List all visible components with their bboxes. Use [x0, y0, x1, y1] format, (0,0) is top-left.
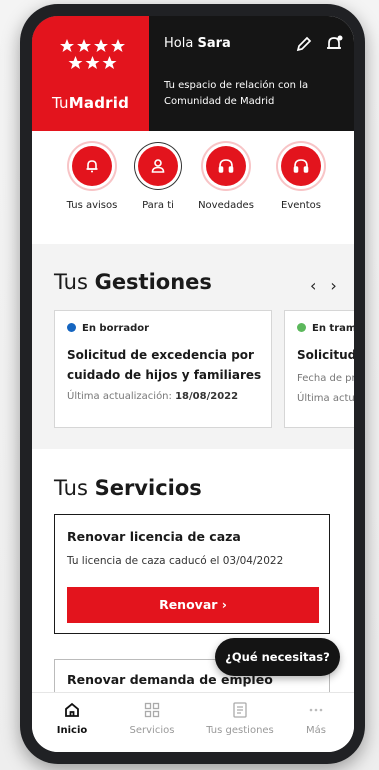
bottom-tab-bar: Inicio Servicios Tus gestiones Más — [32, 692, 354, 752]
status-dot-icon — [297, 323, 306, 332]
home-icon — [63, 701, 81, 719]
quick-action-novedades[interactable]: Novedades — [191, 146, 261, 211]
gestion-date: Fecha de pres — [297, 373, 354, 384]
app-screen: TuMadrid Hola Sara Tu espacio de relació… — [32, 16, 354, 752]
quick-actions: Tus avisos Para ti Novedades Eventos — [32, 146, 354, 226]
grid-icon — [143, 701, 161, 719]
quick-action-label: Para ti — [142, 200, 174, 211]
app-header: TuMadrid Hola Sara Tu espacio de relació… — [32, 16, 354, 131]
tab-label: Servicios — [129, 725, 175, 736]
user-name: Sara — [197, 36, 231, 51]
help-button[interactable]: ¿Qué necesitas? — [215, 638, 340, 676]
logo-text: TuMadrid — [51, 94, 130, 112]
gestion-title: Solicitud de — [297, 348, 354, 362]
status-dot-icon — [67, 323, 76, 332]
service-title: Renovar licencia de caza — [67, 529, 241, 544]
document-icon — [231, 701, 249, 719]
tab-label: Inicio — [56, 725, 88, 736]
quick-action-avisos[interactable]: Tus avisos — [57, 146, 127, 211]
quick-action-eventos[interactable]: Eventos — [266, 146, 336, 211]
service-subtitle: Tu licencia de caza caducó el 03/04/2022 — [67, 555, 284, 567]
gestiones-title: Tus Gestiones — [54, 270, 212, 294]
headphones-icon — [206, 146, 246, 186]
quick-action-para-ti[interactable]: Para ti — [123, 146, 193, 211]
more-icon — [307, 701, 325, 719]
gestion-card[interactable]: En tramita Solicitud de Fecha de pres Úl… — [284, 310, 354, 428]
headphones-icon — [281, 146, 321, 186]
servicios-title: Tus Servicios — [54, 476, 202, 500]
greeting: Hola Sara — [164, 36, 231, 51]
tab-mas[interactable]: Más — [296, 701, 336, 736]
notification-bell-icon[interactable] — [324, 34, 344, 54]
prev-arrow-button[interactable]: ‹ — [310, 276, 330, 295]
tab-servicios[interactable]: Servicios — [122, 701, 182, 736]
gestion-updated: Última actual — [297, 393, 354, 404]
gestion-updated: Última actualización: 18/08/2022 — [67, 391, 239, 402]
status-badge: En tramita — [297, 323, 354, 334]
next-arrow-button[interactable]: › — [330, 276, 350, 295]
quick-action-label: Novedades — [198, 200, 254, 211]
tab-label: Tus gestiones — [206, 725, 274, 736]
carousel-arrows: ‹› — [310, 276, 351, 295]
tab-label: Más — [306, 725, 326, 736]
bell-icon — [72, 146, 112, 186]
service-card: Renovar licencia de caza Tu licencia de … — [54, 514, 330, 634]
tab-tus-gestiones[interactable]: Tus gestiones — [200, 701, 280, 736]
tumadrid-logo[interactable]: TuMadrid — [32, 16, 149, 131]
quick-action-label: Tus avisos — [66, 200, 118, 211]
tab-inicio[interactable]: Inicio — [52, 701, 92, 736]
gestion-title: Solicitud de excedencia por cuidado de h… — [67, 348, 262, 382]
user-icon — [138, 146, 178, 186]
header-tagline: Tu espacio de relación con la Comunidad … — [164, 80, 309, 107]
gestion-card[interactable]: En borrador Solicitud de excedencia por … — [54, 310, 272, 428]
stars-icon — [58, 38, 128, 72]
quick-action-label: Eventos — [281, 200, 321, 211]
renovar-button[interactable]: Renovar › — [67, 587, 319, 623]
edit-pencil-icon[interactable] — [294, 34, 314, 54]
status-badge: En borrador — [67, 323, 149, 334]
